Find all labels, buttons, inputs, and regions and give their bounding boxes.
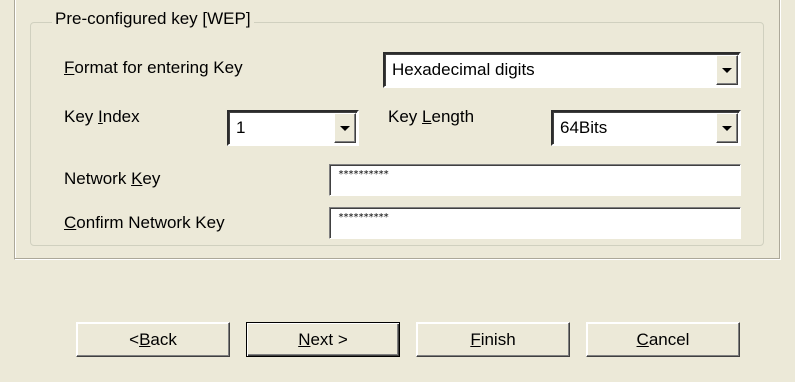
back-button[interactable]: < Back — [76, 322, 230, 357]
finish-button[interactable]: Finish — [416, 322, 570, 357]
key-index-label: Key Index — [64, 107, 140, 126]
cancel-button[interactable]: Cancel — [586, 322, 740, 357]
key-length-value: 64Bits — [560, 118, 608, 137]
key-length-combobox[interactable]: 64Bits — [551, 110, 741, 146]
chevron-down-icon — [722, 67, 732, 73]
groupbox-title: Pre-configured key [WEP] — [52, 9, 254, 29]
network-key-input[interactable]: ********** — [329, 164, 741, 196]
confirm-key-input[interactable]: ********** — [329, 207, 741, 239]
chevron-down-icon — [722, 125, 732, 131]
key-length-label: Key Length — [388, 107, 475, 126]
key-length-dropdown-button[interactable] — [716, 113, 738, 143]
format-value: Hexadecimal digits — [392, 60, 535, 79]
format-dropdown-button[interactable] — [716, 55, 738, 85]
next-button[interactable]: Next > — [246, 322, 400, 357]
format-label: Format for entering Key — [64, 58, 243, 77]
format-combobox[interactable]: Hexadecimal digits — [383, 52, 741, 88]
key-index-value: 1 — [236, 118, 246, 137]
network-key-label: Network Key — [64, 169, 161, 188]
confirm-key-label: Confirm Network Key — [64, 213, 225, 232]
chevron-down-icon — [340, 125, 350, 131]
key-index-combobox[interactable]: 1 — [227, 110, 359, 146]
key-index-dropdown-button[interactable] — [334, 113, 356, 143]
